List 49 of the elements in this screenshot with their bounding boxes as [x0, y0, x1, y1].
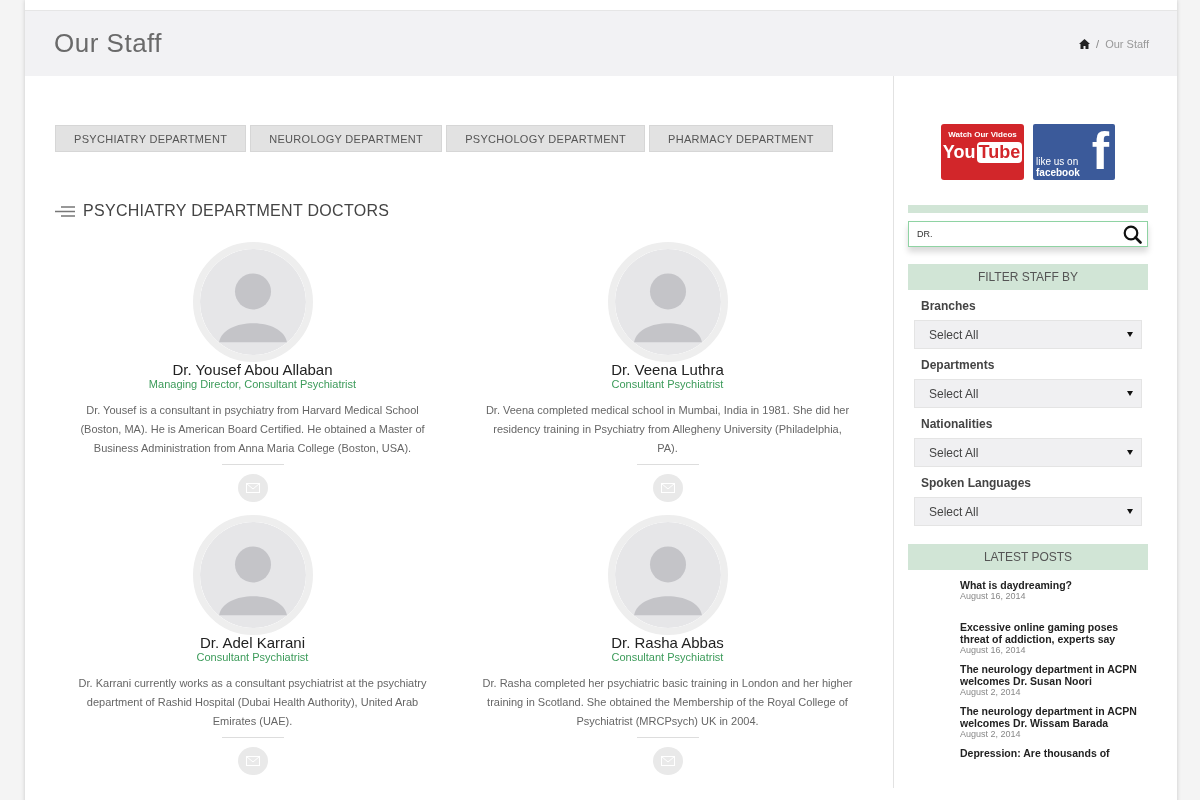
breadcrumb-item: Our Staff [1105, 37, 1149, 50]
home-icon[interactable] [1079, 38, 1091, 49]
caret-icon [1127, 391, 1133, 396]
widget-heading: FILTER STAFF BY [908, 264, 1148, 290]
post-link[interactable]: The neurology department in ACPN welcomes Dr. Susan Noori [960, 663, 1138, 687]
post-link[interactable]: Excessive online gaming poses threat of addiction, experts say [960, 621, 1138, 645]
caret-icon [1127, 332, 1133, 337]
doctor-name: Dr. Yousef Abou Allaban [172, 361, 333, 378]
doctor-name: Dr. Adel Karrani [199, 634, 306, 651]
facebook-badge[interactable]: like us on facebook f [1033, 124, 1115, 180]
post-link[interactable]: The neurology department in ACPN welcomes Dr. Wissam Barada [960, 705, 1138, 729]
filter-dropdown[interactable]: Select All [914, 320, 1142, 349]
filter-label: Nationalities [921, 417, 994, 431]
post-link[interactable]: Depression: Are thousands of [960, 747, 1138, 759]
post-link[interactable]: What is daydreaming? [960, 579, 1138, 591]
filter-label: Branches [921, 299, 977, 313]
doctor-role: Consultant Psychiatrist [611, 378, 724, 390]
doctor-bio: Dr. Veena completed medical school in Mumbai, India in 1981. She did her residency training in Psychiatry from Allegheny University (Philadelphia, PA). [484, 403, 851, 456]
post-date: August 16, 2014 [960, 645, 1027, 655]
doctor-bio: Dr. Rasha completed her psychiatric basic training in London and her higher training in Scotland. She obtained the Membership of the Royal College of Psychiatrist (MRCPsych) UK in 2004. [482, 676, 853, 729]
department-tab[interactable]: PSYCHIATRY DEPARTMENT [55, 125, 247, 152]
widget-heading: LATEST POSTS [908, 544, 1148, 570]
post-date: August 2, 2014 [960, 729, 1022, 739]
doctor-name: Dr. Veena Luthra [611, 361, 724, 378]
doctor-role: Consultant Psychiatrist [196, 651, 309, 663]
filter-dropdown[interactable]: Select All [914, 497, 1142, 526]
doctor-name: Dr. Rasha Abbas [611, 634, 724, 651]
page-title: Our Staff [54, 28, 163, 59]
department-tab[interactable]: PHARMACY DEPARTMENT [649, 125, 833, 152]
filter-label: Spoken Languages [921, 476, 1033, 490]
department-tab[interactable]: NEUROLOGY DEPARTMENT [250, 125, 443, 152]
breadcrumb-separator: / [1096, 37, 1100, 50]
post-date: August 2, 2014 [960, 687, 1022, 697]
doctor-role: Consultant Psychiatrist [611, 651, 724, 663]
youtube-badge[interactable]: Watch Our Videos You Tube [941, 124, 1024, 180]
caret-icon [1127, 509, 1133, 514]
filter-label: Departments [921, 358, 996, 372]
section-title: PSYCHIATRY DEPARTMENT DOCTORS [83, 202, 390, 220]
caret-icon [1127, 450, 1133, 455]
filter-dropdown[interactable]: Select All [914, 379, 1142, 408]
lines-icon [55, 205, 75, 217]
filter-dropdown[interactable]: Select All [914, 438, 1142, 467]
search-field[interactable]: DR. [908, 221, 1148, 247]
search-icon[interactable] [1123, 225, 1142, 244]
doctor-bio: Dr. Karrani currently works as a consultant psychiatrist at the psychiatry department of Rashid Hospital (Dubai Health Authority), United Arab Emirates (UAE). [77, 676, 428, 729]
doctor-role: Managing Director, Consultant Psychiatrist [148, 378, 357, 390]
post-date: August 16, 2014 [960, 591, 1027, 601]
department-tab[interactable]: PSYCHOLOGY DEPARTMENT [446, 125, 646, 152]
doctor-bio: Dr. Yousef is a consultant in psychiatry from Harvard Medical School (Boston, MA). He is American Board Certified. He obtained a Master of Business Administration from Anna Maria College (Boston, USA). [79, 403, 426, 456]
